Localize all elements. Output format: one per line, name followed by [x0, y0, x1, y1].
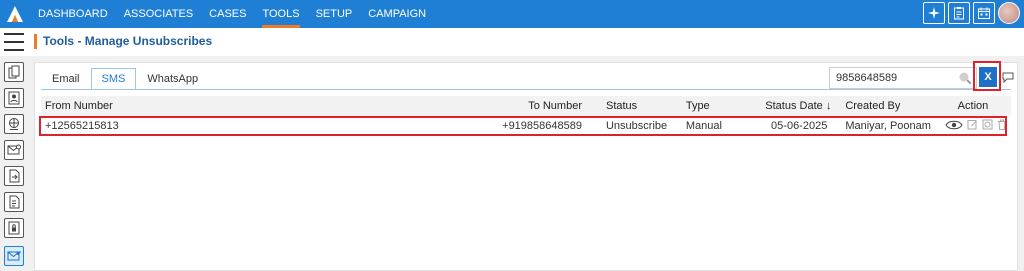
contact-card-icon[interactable] [4, 88, 24, 108]
table-row[interactable]: +12565215813 +919858648589 Unsubscribe M… [41, 116, 1011, 136]
col-action: Action [934, 96, 1011, 116]
left-sidebar [0, 58, 30, 271]
nav-dashboard[interactable]: DASHBOARD [30, 0, 116, 28]
view-eye-icon[interactable] [945, 120, 963, 133]
copy-icon[interactable] [4, 62, 24, 82]
nav-tools[interactable]: TOOLS [254, 0, 307, 28]
clear-search-button[interactable]: X [979, 67, 997, 87]
delete-trash-icon[interactable] [997, 119, 1007, 133]
table-header-row: From Number To Number Status Type Status… [41, 96, 1011, 116]
cell-from-number: +12565215813 [45, 120, 119, 132]
cell-created-by: Maniyar, Poonam [845, 120, 931, 132]
chat-icon[interactable] [1001, 71, 1015, 86]
search-input[interactable] [830, 68, 950, 88]
edit-icon[interactable] [967, 119, 978, 133]
col-to-number[interactable]: To Number [492, 96, 602, 116]
col-created-by[interactable]: Created By [841, 96, 935, 116]
hamburger-menu-icon[interactable] [4, 33, 24, 51]
sort-arrow-icon: ↓ [825, 100, 832, 112]
page-title: Tools - Manage Unsubscribes [34, 34, 212, 49]
user-avatar[interactable] [998, 2, 1020, 24]
unsubscribe-table: From Number To Number Status Type Status… [41, 96, 1011, 136]
col-type[interactable]: Type [681, 96, 756, 116]
col-from-number[interactable]: From Number [41, 96, 493, 116]
nav-campaign[interactable]: CAMPAIGN [360, 0, 434, 28]
mail-check-icon[interactable] [4, 246, 24, 266]
nav-cases[interactable]: CASES [201, 0, 254, 28]
cell-actions [935, 116, 1011, 136]
document-arrow-icon[interactable] [4, 166, 24, 186]
document-export-icon[interactable] [4, 192, 24, 212]
search-clear-icon[interactable] [958, 71, 972, 88]
search-box [829, 67, 977, 89]
history-icon[interactable] [982, 119, 993, 133]
unsubscribe-panel: Email SMS WhatsApp X From Number To Numb… [34, 61, 1018, 271]
globe-icon[interactable] [4, 114, 24, 134]
main-menu: DASHBOARD ASSOCIATES CASES TOOLS SETUP C… [30, 0, 434, 28]
calendar-icon[interactable] [973, 2, 995, 24]
col-status-date[interactable]: Status Date ↓ [755, 96, 842, 116]
cell-status: Unsubscribe [605, 120, 668, 132]
page-header: Tools - Manage Unsubscribes [0, 28, 1024, 56]
nav-setup[interactable]: SETUP [308, 0, 361, 28]
top-nav-bar: DASHBOARD ASSOCIATES CASES TOOLS SETUP C… [0, 0, 1024, 28]
tab-whatsapp[interactable]: WhatsApp [136, 68, 209, 90]
app-logo[interactable] [0, 0, 30, 28]
channel-tabs: Email SMS WhatsApp [41, 68, 209, 90]
cell-to-number: +919858648589 [502, 120, 582, 132]
status-date-label: Status Date [765, 100, 823, 112]
col-status[interactable]: Status [601, 96, 682, 116]
cell-status-date: 05-06-2025 [771, 120, 828, 132]
lock-document-icon[interactable] [4, 218, 24, 238]
sparkle-icon[interactable] [923, 2, 945, 24]
tab-divider [41, 89, 1011, 90]
tab-email[interactable]: Email [41, 68, 91, 90]
nav-associates[interactable]: ASSOCIATES [116, 0, 201, 28]
mail-settings-icon[interactable] [4, 140, 24, 160]
clipboard-icon[interactable] [948, 2, 970, 24]
cell-type: Manual [685, 120, 722, 132]
tab-sms[interactable]: SMS [90, 68, 137, 90]
